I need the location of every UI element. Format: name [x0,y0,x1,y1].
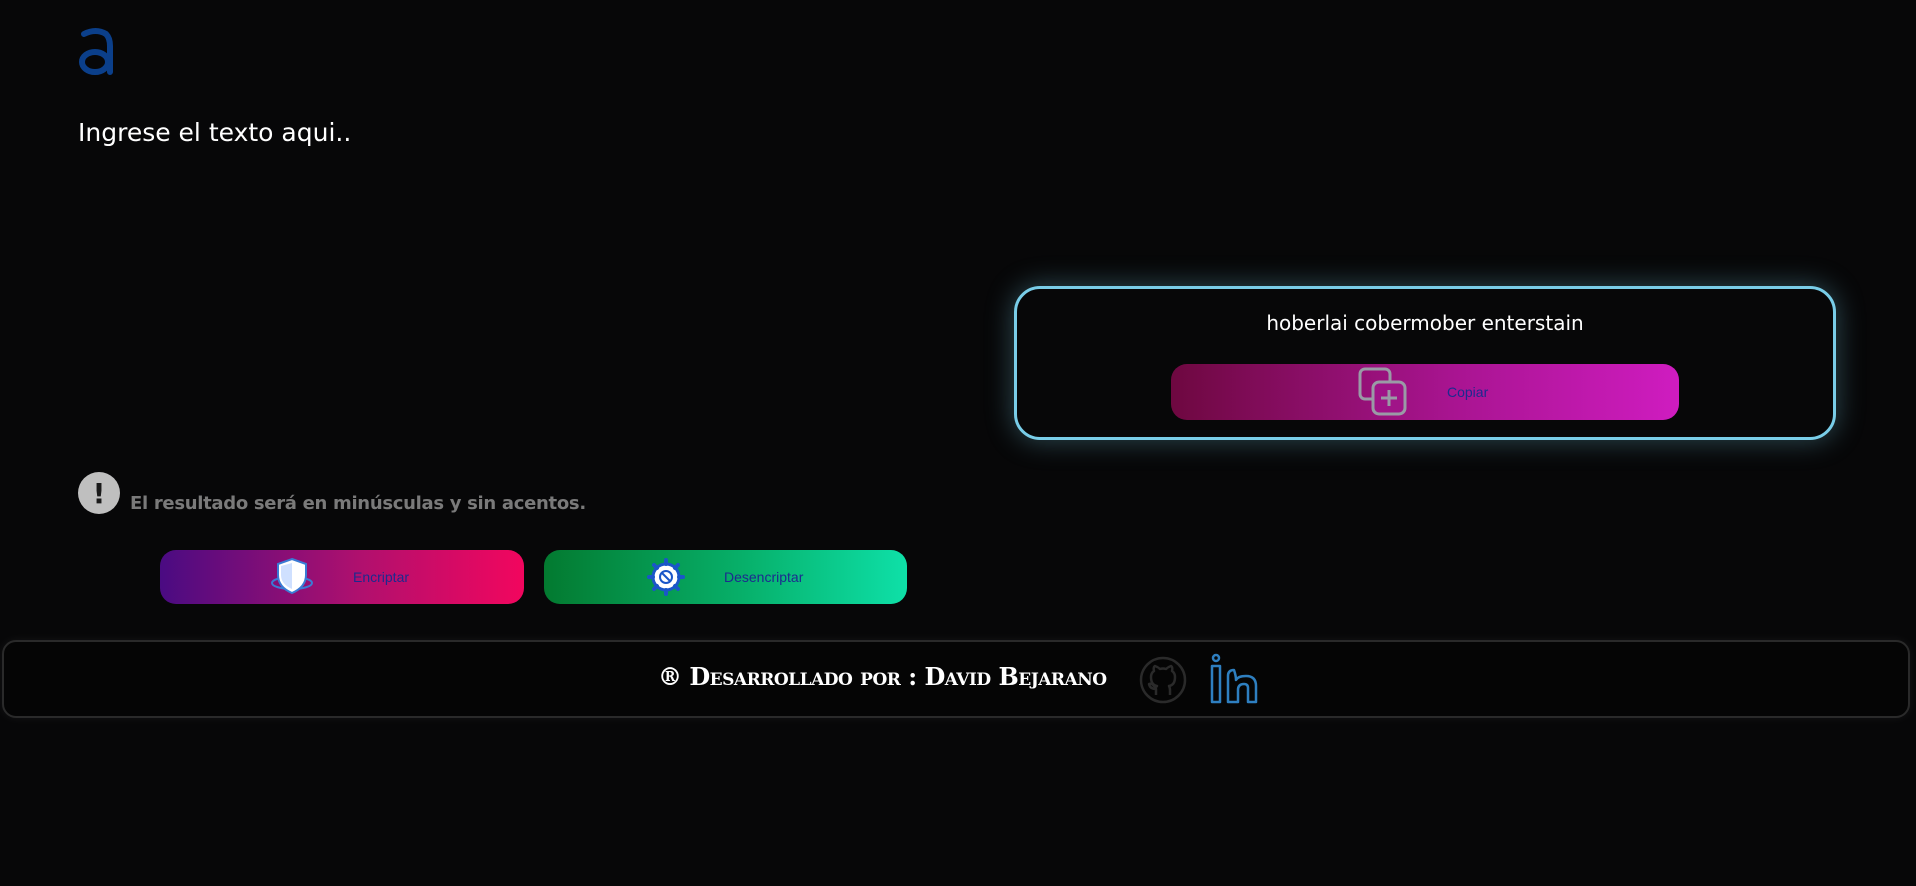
copy-label: Copiar [1447,384,1489,400]
copy-button[interactable]: Copiar [1171,364,1679,420]
shield-icon [271,557,313,595]
linkedin-link[interactable] [1208,652,1262,706]
text-input[interactable] [78,118,958,448]
exclamation-icon: ! [78,472,120,514]
linkedin-icon [1210,653,1258,704]
output-text: hoberlai cobermober enterstain [1266,311,1584,335]
github-icon [1139,656,1187,704]
footer-credit: ® Desarrollado por : David Bejarano [658,662,1107,691]
logo-icon [79,28,113,75]
gear-icon [647,558,685,596]
output-card: hoberlai cobermober enterstain Copiar [1014,286,1836,440]
decrypt-label: Desencriptar [724,569,804,585]
copy-icon [1358,367,1407,416]
notice: ! El resultado será en minúsculas y sin … [78,468,586,514]
github-link[interactable] [1138,655,1188,705]
decrypt-button[interactable]: Desencriptar [544,550,907,604]
encrypt-label: Encriptar [353,569,410,585]
notice-text: El resultado será en minúsculas y sin ac… [130,493,586,514]
footer: ® Desarrollado por : David Bejarano [2,640,1910,718]
encrypt-button[interactable]: Encriptar [160,550,524,604]
